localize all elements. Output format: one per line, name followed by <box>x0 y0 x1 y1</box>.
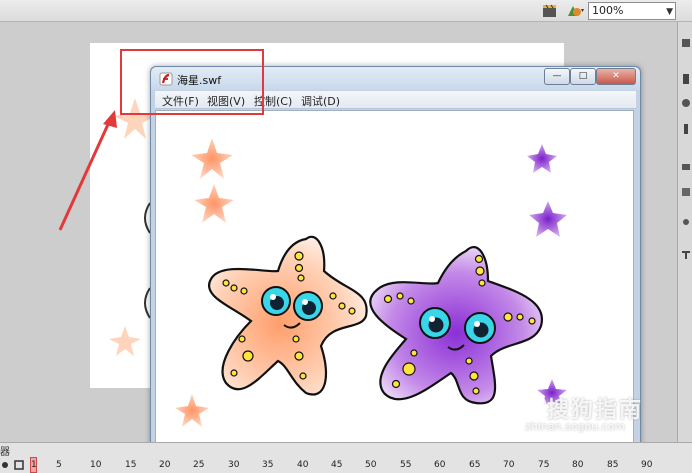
frame-tick: 50 <box>365 460 377 470</box>
minimize-button[interactable]: — <box>544 68 570 85</box>
timeline: 器 1 5 10 15 20 25 30 35 40 45 50 55 60 6… <box>0 442 692 473</box>
close-button[interactable]: ✕ <box>596 68 636 85</box>
frame-tick: 15 <box>125 460 137 470</box>
panel-tool-icon[interactable] <box>681 250 691 260</box>
highlight-box <box>120 49 264 115</box>
small-star-orange <box>194 184 234 223</box>
frame-tick: 30 <box>228 460 240 470</box>
annotation-arrow <box>58 110 117 231</box>
frame-tick: 85 <box>607 460 619 470</box>
panel-tool-icon[interactable] <box>681 74 691 84</box>
frame-tick: 80 <box>572 460 584 470</box>
frame-tick: 5 <box>56 460 62 470</box>
frame-tick: 10 <box>90 460 102 470</box>
frame-tick: 55 <box>400 460 412 470</box>
eye-icon <box>2 462 8 468</box>
zoom-select[interactable]: 100% ▼ <box>588 2 676 20</box>
top-toolbar: 100% ▼ <box>0 0 692 22</box>
outline-icon <box>14 460 24 470</box>
frame-tick: 75 <box>538 460 550 470</box>
starfish-purple <box>369 246 544 405</box>
panel-tool-icon[interactable] <box>681 187 691 197</box>
right-tool-panel <box>677 22 692 442</box>
panel-tool-icon[interactable] <box>681 162 691 172</box>
frame-tick: 35 <box>262 460 274 470</box>
watermark-url: zhinan.sogou.com <box>525 420 626 433</box>
panel-tool-icon[interactable] <box>681 38 691 48</box>
frame-tick: 60 <box>434 460 446 470</box>
timeline-label: 器 <box>0 447 10 458</box>
svg-text:S: S <box>522 399 533 420</box>
small-star-purple <box>527 144 557 173</box>
panel-tool-icon[interactable] <box>681 124 691 134</box>
panel-tool-icon[interactable] <box>681 217 691 227</box>
watermark: S 搜狗指南 zhinan.sogou.com <box>505 388 675 438</box>
clapperboard-icon[interactable] <box>541 3 559 19</box>
frame-tick: 1 <box>31 460 37 470</box>
frame-tick: 65 <box>469 460 481 470</box>
maximize-button[interactable]: □ <box>570 68 596 85</box>
layer-icons <box>0 458 30 472</box>
zoom-value: 100% <box>592 4 624 17</box>
symbol-edit-icon[interactable] <box>565 3 585 19</box>
chevron-down-icon: ▼ <box>666 7 673 17</box>
frame-tick: 20 <box>159 460 171 470</box>
frame-tick: 40 <box>297 460 309 470</box>
frame-tick: 45 <box>331 460 343 470</box>
stage-star <box>109 326 141 356</box>
panel-tool-icon[interactable] <box>681 98 691 108</box>
small-star-orange <box>175 394 209 427</box>
menu-debug[interactable]: 调试(D) <box>301 93 340 109</box>
frame-tick: 90 <box>641 460 653 470</box>
starfish-orange <box>207 235 368 396</box>
frame-tick: 70 <box>503 460 515 470</box>
small-star-orange <box>191 138 233 179</box>
small-star-purple <box>529 201 567 237</box>
frame-tick: 25 <box>193 460 205 470</box>
